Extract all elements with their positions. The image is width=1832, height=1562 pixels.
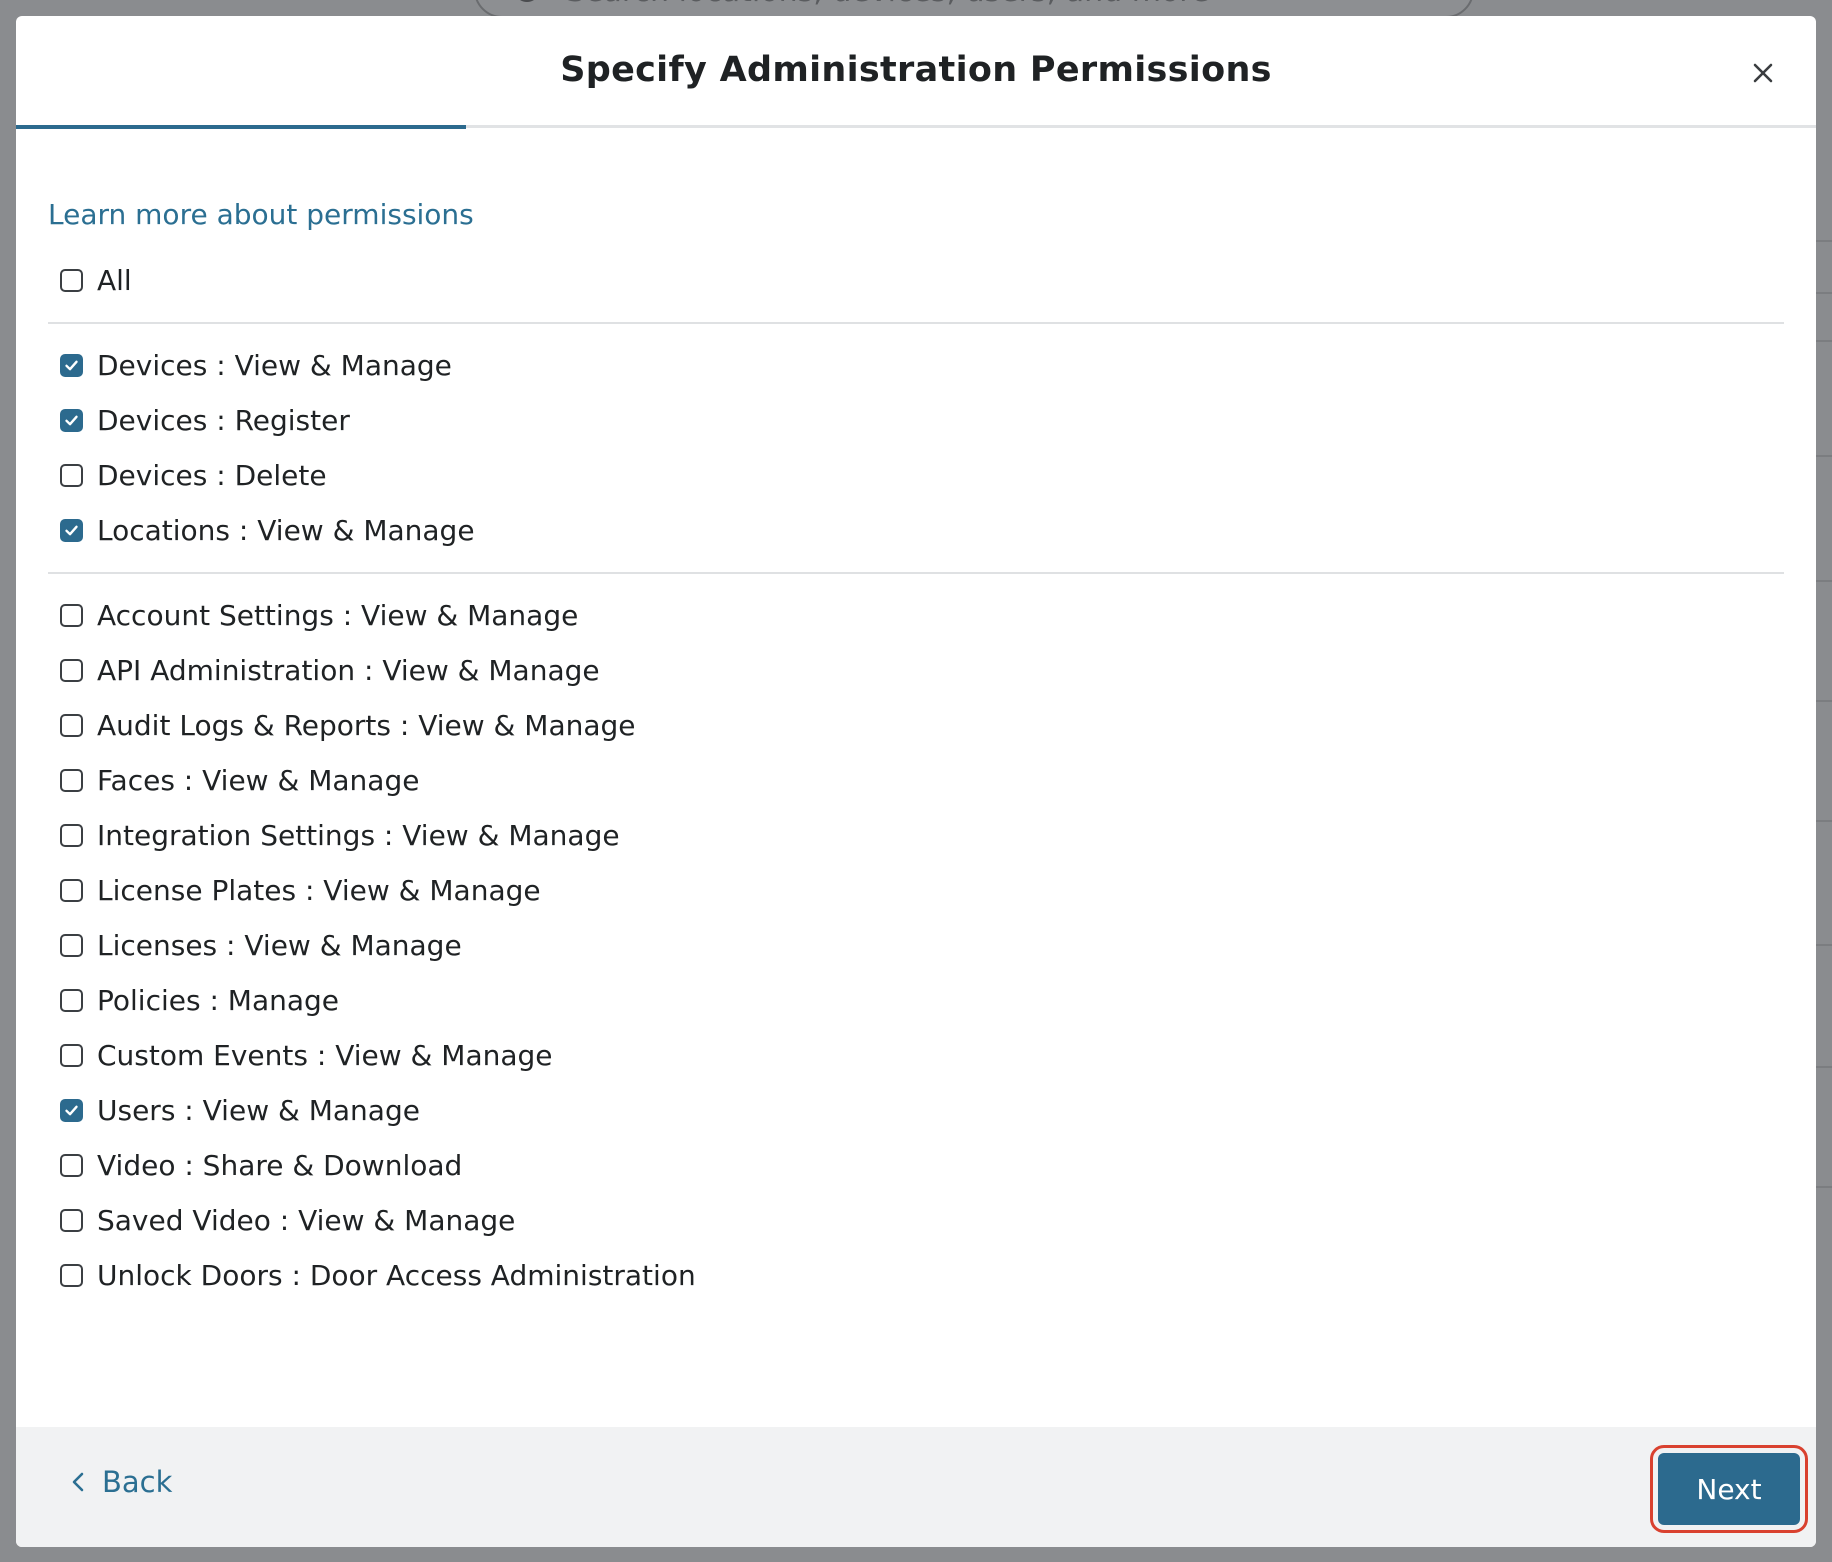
checkbox-unchecked[interactable] [60,1044,83,1067]
permission-row[interactable]: Unlock Doors : Door Access Administratio… [48,1248,1784,1303]
background-divider [1814,240,1832,242]
back-label: Back [102,1465,173,1499]
checkbox-unchecked[interactable] [60,269,83,292]
permission-label: License Plates : View & Manage [97,874,541,907]
background-divider [1814,1066,1832,1068]
checkbox-unchecked[interactable] [60,714,83,737]
checkmark-icon [65,415,78,426]
checkbox-unchecked[interactable] [60,1209,83,1232]
checkmark-icon [65,525,78,536]
permission-row[interactable]: Devices : Register [48,393,1784,448]
modal-title: Specify Administration Permissions [560,50,1272,90]
checkbox-unchecked[interactable] [60,989,83,1012]
permission-label: Account Settings : View & Manage [97,599,579,632]
permission-label: All [97,264,132,297]
permission-row[interactable]: Policies : Manage [48,973,1784,1028]
checkbox-unchecked[interactable] [60,464,83,487]
checkbox-unchecked[interactable] [60,659,83,682]
permission-list: All Devices : View & Manage Devices : Reg… [48,253,1784,1303]
permission-label: Licenses : View & Manage [97,929,462,962]
permission-label: Saved Video : View & Manage [97,1204,516,1237]
next-button[interactable]: Next [1658,1453,1800,1525]
permission-row[interactable]: Locations : View & Manage [48,503,1784,558]
divider [48,322,1784,324]
permission-label: Policies : Manage [97,984,340,1017]
permission-row[interactable]: License Plates : View & Manage [48,863,1784,918]
permission-row[interactable]: Audit Logs & Reports : View & Manage [48,698,1784,753]
checkbox-unchecked[interactable] [60,1154,83,1177]
permission-label: Faces : View & Manage [97,764,420,797]
close-button[interactable] [1748,58,1778,88]
permission-label: Audit Logs & Reports : View & Manage [97,709,636,742]
permission-label: Users : View & Manage [97,1094,420,1127]
checkbox-unchecked[interactable] [60,934,83,957]
permission-row[interactable]: Video : Share & Download [48,1138,1784,1193]
checkmark-icon [65,360,78,371]
permission-row[interactable]: Devices : View & Manage [48,338,1784,393]
permission-group-devices-locations: Devices : View & Manage Devices : Registe… [48,338,1784,558]
checkmark-icon [65,1105,78,1116]
divider [48,572,1784,574]
permission-label: API Administration : View & Manage [97,654,600,687]
permission-row[interactable]: Saved Video : View & Manage [48,1193,1784,1248]
checkbox-unchecked[interactable] [60,604,83,627]
checkbox-checked[interactable] [60,519,83,542]
background-search-placeholder: Search locations, devices, users, and mo… [566,0,1209,9]
background-divider [1814,700,1832,702]
permissions-modal: Specify Administration Permissions Learn… [16,16,1816,1547]
permission-row[interactable]: Faces : View & Manage [48,753,1784,808]
permission-row[interactable]: API Administration : View & Manage [48,643,1784,698]
permission-label: Unlock Doors : Door Access Administratio… [97,1259,696,1292]
permission-row[interactable]: Users : View & Manage [48,1083,1784,1138]
background-divider [1814,292,1832,294]
background-divider [1814,340,1832,342]
close-icon [1753,63,1773,83]
permission-label: Devices : View & Manage [97,349,452,382]
background-divider [1814,1186,1832,1188]
modal-header: Specify Administration Permissions [16,16,1816,128]
background-divider [1814,455,1832,457]
checkbox-unchecked[interactable] [60,879,83,902]
permission-label: Devices : Delete [97,459,327,492]
checkbox-unchecked[interactable] [60,1264,83,1287]
permission-group-other: Account Settings : View & Manage API Admi… [48,588,1784,1303]
checkbox-checked[interactable] [60,409,83,432]
learn-more-link[interactable]: Learn more about permissions [48,198,474,231]
permission-row[interactable]: Integration Settings : View & Manage [48,808,1784,863]
background-divider [1814,944,1832,946]
permission-label: Devices : Register [97,404,350,437]
permission-label: Locations : View & Manage [97,514,475,547]
checkbox-unchecked[interactable] [60,769,83,792]
search-icon [514,0,540,2]
checkbox-checked[interactable] [60,354,83,377]
chevron-left-icon [72,1472,84,1492]
background-divider [1814,580,1832,582]
permission-row[interactable]: Custom Events : View & Manage [48,1028,1784,1083]
permission-row[interactable]: Account Settings : View & Manage [48,588,1784,643]
permission-label: Video : Share & Download [97,1149,463,1182]
permission-row[interactable]: Licenses : View & Manage [48,918,1784,973]
permission-row[interactable]: Devices : Delete [48,448,1784,503]
back-button[interactable]: Back [70,1465,172,1499]
permission-label: Custom Events : View & Manage [97,1039,553,1072]
permission-all-row[interactable]: All [48,253,1784,308]
checkbox-checked[interactable] [60,1099,83,1122]
permission-label: Integration Settings : View & Manage [97,819,620,852]
checkbox-unchecked[interactable] [60,824,83,847]
modal-body: Learn more about permissions All Devices… [48,129,1784,1443]
modal-footer: Back Next [16,1427,1816,1547]
background-divider [1814,820,1832,822]
